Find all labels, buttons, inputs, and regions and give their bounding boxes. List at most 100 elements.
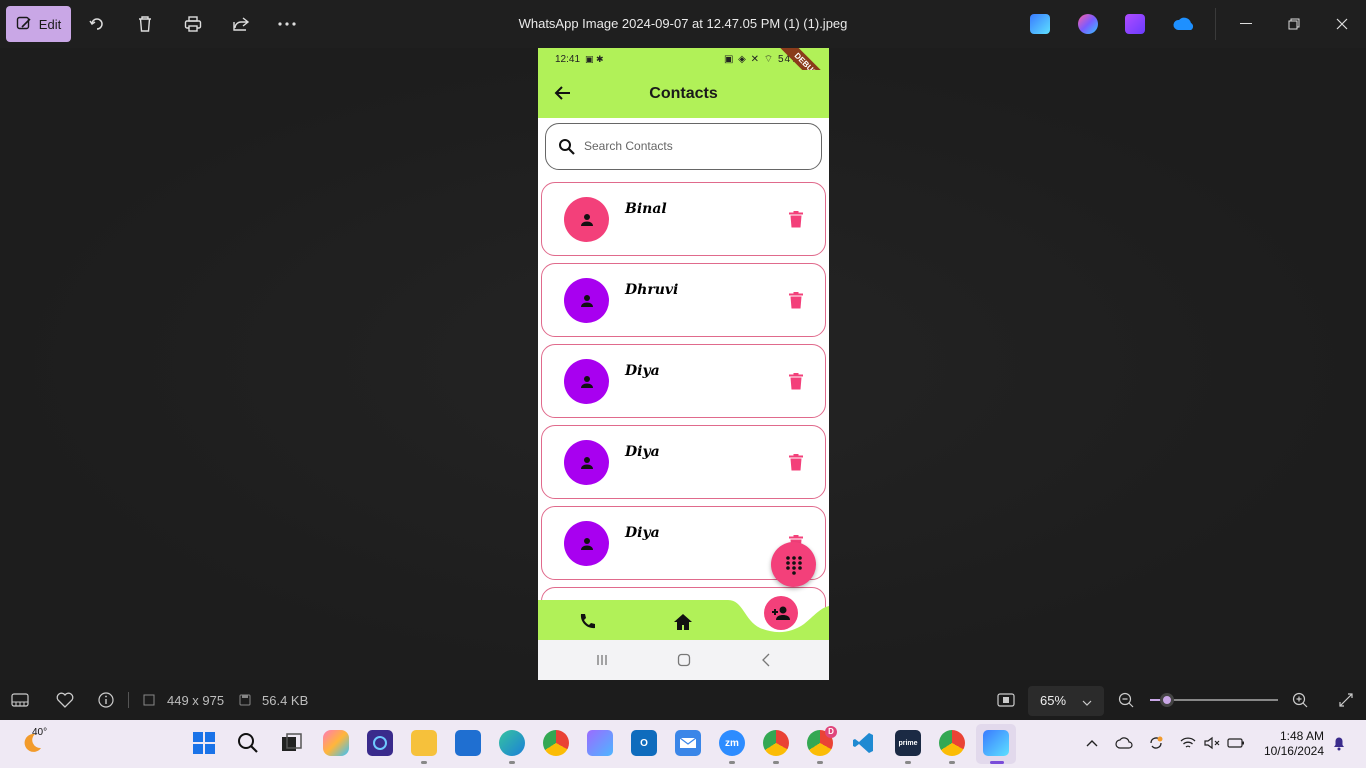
print-icon[interactable]	[181, 12, 205, 36]
more-icon[interactable]	[275, 12, 299, 36]
restore-icon[interactable]	[1282, 12, 1306, 36]
wifi-icon[interactable]	[1179, 734, 1197, 752]
rotate-icon[interactable]	[85, 12, 109, 36]
running-indicator	[509, 761, 515, 764]
contact-name: Diya	[625, 363, 660, 379]
zoom-out-icon[interactable]	[1117, 691, 1135, 709]
actual-size-icon[interactable]	[997, 691, 1015, 709]
search-icon	[558, 138, 576, 156]
chevron-down-icon	[1082, 694, 1092, 709]
title-separator	[1215, 8, 1216, 40]
mail-icon[interactable]	[675, 730, 701, 756]
share-icon[interactable]	[229, 12, 253, 36]
contact-name: Dhruvi	[625, 282, 679, 298]
info-icon[interactable]	[97, 691, 115, 709]
favorite-icon[interactable]	[56, 691, 74, 709]
recents-icon[interactable]	[594, 652, 610, 668]
person-icon	[580, 456, 593, 469]
search-input[interactable]: Search Contacts	[545, 123, 822, 170]
zoom-slider-thumb[interactable]	[1160, 693, 1174, 707]
contact-card[interactable]: Binal	[541, 182, 826, 256]
zoom-select[interactable]: 65%	[1028, 686, 1104, 716]
zoom-app-icon[interactable]: zm	[719, 730, 745, 756]
close-icon[interactable]	[1330, 12, 1354, 36]
edit-button[interactable]: Edit	[6, 6, 71, 42]
photos-app-icon[interactable]	[983, 730, 1009, 756]
search-placeholder: Search Contacts	[584, 139, 673, 153]
status-time: 12:41	[555, 53, 581, 65]
add-contact-button[interactable]	[764, 596, 798, 630]
copilot-app-icon[interactable]	[323, 730, 349, 756]
contact-card[interactable]: Diya	[541, 344, 826, 418]
running-indicator	[729, 761, 735, 764]
delete-contact-icon[interactable]	[789, 211, 805, 229]
outlook-icon[interactable]: O	[631, 730, 657, 756]
dimensions-icon	[140, 691, 158, 709]
chrome-icon[interactable]	[543, 730, 569, 756]
zoom-value: 65%	[1040, 693, 1067, 708]
chrome-alt-icon[interactable]	[939, 730, 965, 756]
file-size: 56.4 KB	[262, 693, 309, 708]
cloud-sync-icon[interactable]	[1115, 734, 1133, 752]
prime-video-icon[interactable]: prime	[895, 730, 921, 756]
file-explorer-icon[interactable]	[411, 730, 437, 756]
phone-screenshot[interactable]: 12:41 ▣ ✱ ▣ ◈ ✕ ⌔ 54% DEBUG Contacts Sea…	[538, 48, 829, 680]
contact-card[interactable]: Diya	[541, 425, 826, 499]
copilot-icon[interactable]	[1078, 14, 1098, 34]
dialpad-icon	[785, 555, 802, 575]
taskbar: 40° O zm D prime 1:48 AM 10/16/2024	[0, 720, 1366, 768]
fullscreen-icon[interactable]	[1337, 691, 1355, 709]
running-indicator	[905, 761, 911, 764]
weather-temp: 40°	[32, 727, 48, 738]
system-clock[interactable]: 1:48 AM 10/16/2024	[1254, 729, 1324, 759]
update-icon[interactable]	[1147, 734, 1165, 752]
search-icon[interactable]	[235, 730, 261, 756]
weather-widget[interactable]: 40°	[20, 727, 48, 756]
nav-home-icon[interactable]	[673, 612, 693, 632]
photos-edit-icon[interactable]	[1030, 14, 1050, 34]
save-icon	[236, 691, 254, 709]
image-dimensions: 449 x 975	[167, 693, 225, 708]
zoom-in-icon[interactable]	[1291, 691, 1309, 709]
filmstrip-icon[interactable]	[11, 691, 29, 709]
edit-icon	[16, 16, 31, 30]
delete-icon[interactable]	[133, 12, 157, 36]
back-chevron-icon[interactable]	[758, 652, 774, 668]
clock-time: 1:48 AM	[1279, 729, 1324, 743]
copilot-365-icon[interactable]	[587, 730, 613, 756]
clipchamp-icon[interactable]	[1125, 14, 1145, 34]
notification-bell-icon[interactable]	[1330, 734, 1348, 752]
avatar	[564, 359, 609, 404]
person-icon	[580, 537, 593, 550]
battery-icon[interactable]	[1227, 734, 1245, 752]
chrome-profile-d-icon[interactable]: D	[807, 726, 837, 756]
delete-contact-icon[interactable]	[789, 373, 805, 391]
avatar	[564, 521, 609, 566]
delete-contact-icon[interactable]	[789, 292, 805, 310]
system-nav-bar	[538, 640, 829, 680]
chrome-profile-icon[interactable]	[763, 730, 789, 756]
minimize-icon[interactable]	[1234, 12, 1258, 36]
running-indicator	[949, 761, 955, 764]
dialpad-button[interactable]	[771, 542, 816, 587]
contact-card[interactable]: Dhruvi	[541, 263, 826, 337]
contact-name: Diya	[625, 525, 660, 541]
nav-call-icon[interactable]	[578, 613, 596, 631]
store-icon[interactable]	[455, 730, 481, 756]
avatar	[564, 197, 609, 242]
task-view-icon[interactable]	[279, 730, 305, 756]
edge-icon[interactable]	[499, 730, 525, 756]
volume-mute-icon[interactable]	[1203, 734, 1221, 752]
person-icon	[580, 213, 593, 226]
home-circle-icon[interactable]	[676, 652, 692, 668]
person-icon	[580, 375, 593, 388]
profile-badge: D	[825, 726, 837, 738]
start-icon[interactable]	[191, 730, 217, 756]
cortana-icon[interactable]	[367, 730, 393, 756]
active-indicator	[990, 761, 1004, 764]
delete-contact-icon[interactable]	[789, 454, 805, 472]
vscode-icon[interactable]	[851, 730, 877, 756]
onedrive-icon[interactable]	[1172, 14, 1196, 34]
chevron-up-icon[interactable]	[1083, 734, 1101, 752]
avatar	[564, 440, 609, 485]
